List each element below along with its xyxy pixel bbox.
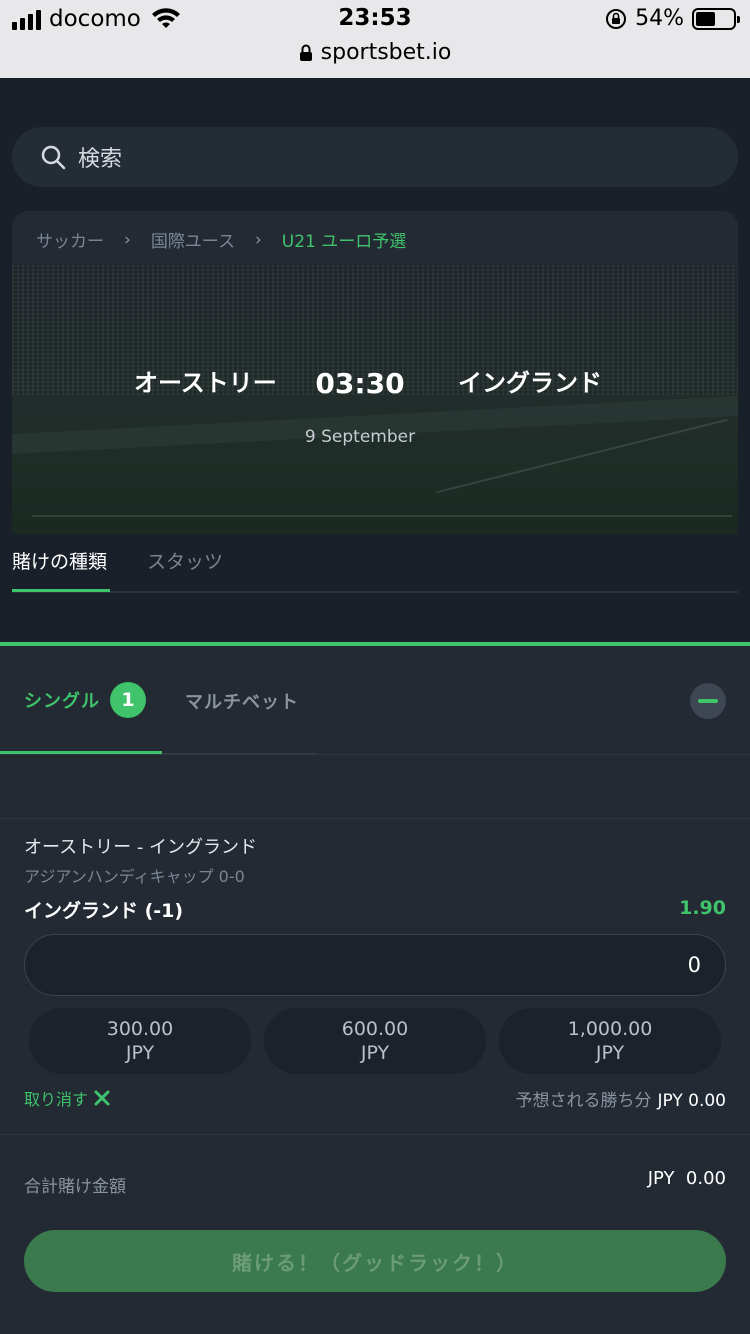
breadcrumb-item-sport[interactable]: サッカー — [36, 227, 104, 252]
stake-input[interactable]: 0 — [24, 934, 726, 996]
chevron-right-icon: › — [254, 229, 262, 250]
lock-icon — [299, 44, 312, 61]
quick-stake-button[interactable]: 600.00 JPY — [264, 1008, 486, 1074]
quick-stake-currency: JPY — [595, 1042, 625, 1064]
url-text: sportsbet.io — [320, 40, 452, 65]
search-input[interactable]: 検索 — [12, 127, 738, 187]
active-tab-indicator — [12, 589, 110, 592]
tab-single[interactable]: シングル 1 — [24, 682, 146, 718]
cancel-selection-button[interactable]: 取り消す — [24, 1086, 110, 1110]
search-icon — [41, 145, 66, 170]
url-bar[interactable]: sportsbet.io — [0, 40, 750, 65]
match-date: 9 September — [304, 427, 416, 447]
selection-pick: イングランド (-1) — [24, 900, 184, 922]
cancel-label: 取り消す — [24, 1090, 89, 1109]
bet-slip: シングル 1 マルチベット オーストリー - イングランド アジアンハンディキャ… — [0, 642, 750, 1334]
tab-stats[interactable]: スタッツ — [147, 547, 223, 574]
breadcrumb-item-category[interactable]: 国際ユース — [151, 227, 235, 252]
match-hero: オーストリー 03:30 イングランド 9 September — [12, 265, 738, 534]
site-logo-partial — [0, 78, 750, 90]
tab-bet-types[interactable]: 賭けの種類 — [12, 547, 107, 574]
divider — [0, 818, 750, 819]
breadcrumb-item-tournament[interactable]: U21 ユーロ予選 — [282, 227, 406, 252]
potential-win-amount: JPY 0.00 — [657, 1091, 726, 1111]
total-stake-amount: JPY 0.00 — [647, 1168, 726, 1189]
event-card: サッカー › 国際ユース › U21 ユーロ予選 オーストリー 03:30 イン… — [12, 211, 738, 534]
divider — [0, 1134, 750, 1135]
total-stake-label: 合計賭け金額 — [24, 1177, 126, 1197]
quick-stake-amount: 600.00 — [341, 1018, 409, 1040]
battery-icon — [692, 7, 740, 30]
battery-fill — [696, 11, 716, 26]
quick-stake-button[interactable]: 300.00 JPY — [29, 1008, 251, 1074]
quick-stake-amount: 1,000.00 — [567, 1018, 653, 1040]
event-page: 検索 サッカー › 国際ユース › U21 ユーロ予選 オーストリー 03:30… — [0, 78, 750, 642]
potential-win-label: 予想される勝ち分 — [515, 1091, 652, 1111]
selection-odds: 1.90 — [679, 897, 726, 919]
battery-percent: 54% — [635, 6, 684, 31]
collapse-slip-button[interactable] — [690, 683, 726, 719]
event-tabs: 賭けの種類 スタッツ — [12, 545, 738, 593]
status-bar: docomo 23:53 54% sportsbet.io — [0, 0, 750, 78]
status-right: 54% — [605, 6, 740, 31]
bet-slip-tabs: シングル 1 マルチベット — [0, 646, 750, 754]
quick-stake-currency: JPY — [360, 1042, 390, 1064]
kickoff-time: 03:30 — [315, 367, 405, 400]
divider — [0, 754, 750, 755]
tab-single-label: シングル — [24, 691, 100, 712]
place-bet-button[interactable]: 賭ける！（グッドラック！） — [24, 1230, 726, 1292]
away-team: イングランド — [458, 369, 602, 397]
stake-value: 0 — [687, 953, 701, 977]
quick-stake-currency: JPY — [125, 1042, 155, 1064]
breadcrumb: サッカー › 国際ユース › U21 ユーロ予選 — [36, 227, 406, 253]
quick-stake-button[interactable]: 1,000.00 JPY — [499, 1008, 721, 1074]
chevron-right-icon: › — [124, 229, 131, 250]
selection-match: オーストリー - イングランド — [24, 837, 258, 858]
selection-market: アジアンハンディキャップ 0-0 — [24, 867, 245, 886]
close-icon — [94, 1090, 110, 1106]
quick-stake-amount: 300.00 — [106, 1018, 174, 1040]
minus-icon — [698, 699, 718, 703]
search-placeholder: 検索 — [78, 147, 123, 172]
rotation-lock-icon — [606, 8, 627, 29]
selection-count-badge: 1 — [110, 682, 146, 718]
tab-multibet[interactable]: マルチベット — [185, 688, 299, 714]
potential-win: 予想される勝ち分 JPY 0.00 — [515, 1086, 726, 1111]
